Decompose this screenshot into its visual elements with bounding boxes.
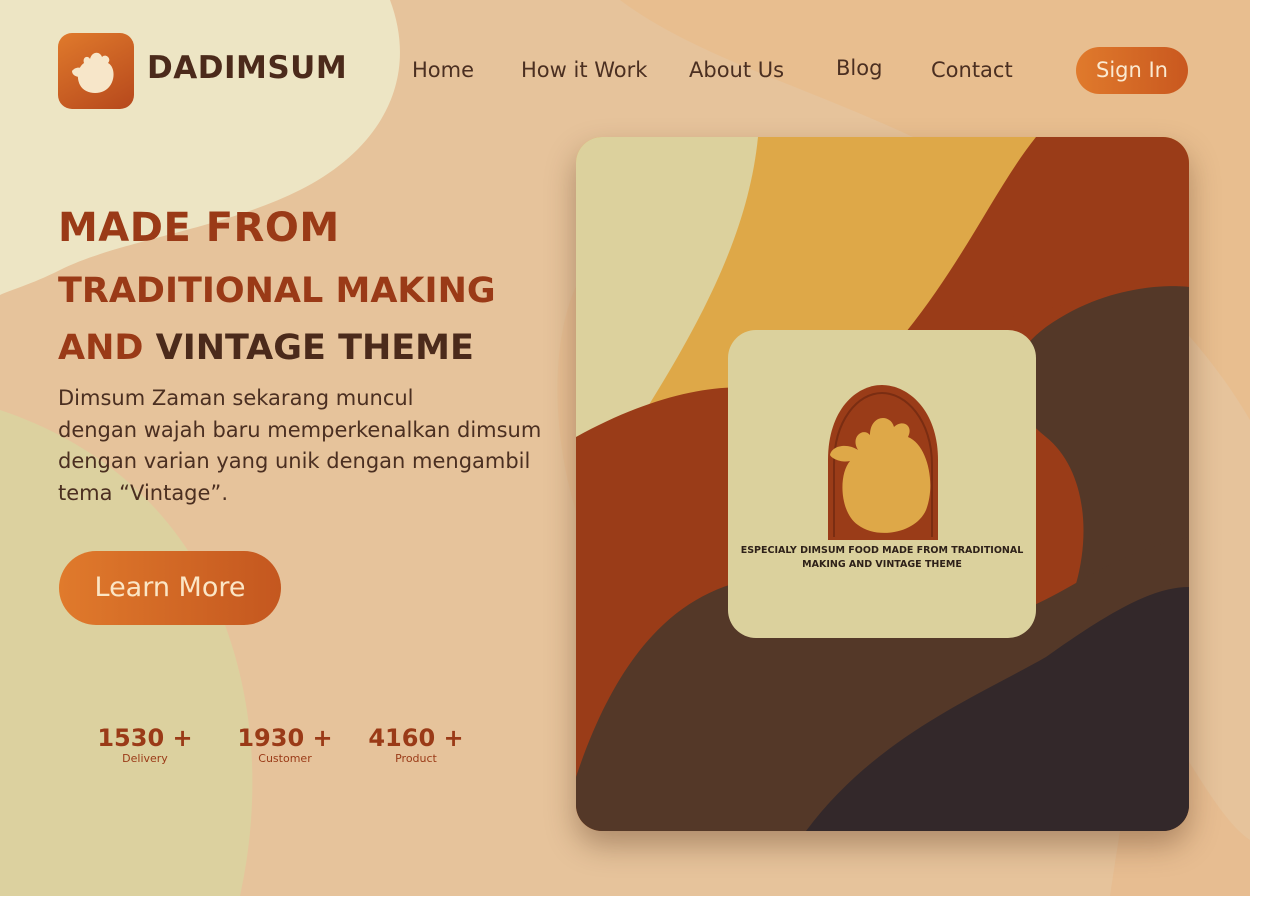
- dumpling-icon: [72, 52, 114, 93]
- hero-description-line: tema “Vintage”.: [58, 480, 228, 505]
- hero-headline-and: AND: [58, 328, 144, 368]
- stat-label: Product: [395, 752, 437, 765]
- showcase-card: ESPECIALY DIMSUM FOOD MADE FROM TRADITIO…: [576, 137, 1189, 831]
- stat-value: 1930 +: [237, 724, 333, 752]
- stat-delivery: 1530 + Delivery: [85, 724, 205, 765]
- nav-blog[interactable]: Blog: [836, 56, 882, 80]
- landing-page: DADIMSUM Home How it Work About Us Blog …: [0, 0, 1250, 896]
- emblem-tagline-line: ESPECIALY DIMSUM FOOD MADE FROM TRADITIO…: [740, 545, 1024, 556]
- nav-how-it-work[interactable]: How it Work: [521, 58, 647, 82]
- brand-logo[interactable]: [58, 33, 134, 109]
- stat-customer: 1930 + Customer: [225, 724, 345, 765]
- hero-headline-line1: MADE FROM: [58, 205, 340, 251]
- nav-contact[interactable]: Contact: [931, 58, 1013, 82]
- learn-more-button[interactable]: Learn More: [59, 551, 281, 625]
- emblem-card: ESPECIALY DIMSUM FOOD MADE FROM TRADITIO…: [728, 330, 1036, 638]
- nav-home[interactable]: Home: [412, 58, 474, 82]
- emblem-tagline: ESPECIALY DIMSUM FOOD MADE FROM TRADITIO…: [728, 544, 1036, 572]
- hero-headline-line3: AND VINTAGE THEME: [58, 328, 474, 368]
- brand-name: DADIMSUM: [147, 50, 348, 86]
- stat-product: 4160 + Product: [356, 724, 476, 765]
- stat-value: 4160 +: [368, 724, 464, 752]
- hero-description-line: Dimsum Zaman sekarang muncul: [58, 386, 414, 410]
- sign-in-button[interactable]: Sign In: [1076, 47, 1188, 94]
- hero-description-line: dengan varian yang unik dengan mengambil: [58, 449, 531, 473]
- hero-description-line: dengan wajah baru memperkenalkan dimsum: [58, 417, 542, 442]
- stat-label: Delivery: [122, 752, 168, 765]
- nav-about-us[interactable]: About Us: [689, 58, 784, 82]
- hero-headline-line2: TRADITIONAL MAKING: [58, 271, 496, 311]
- emblem-tagline-line: MAKING AND VINTAGE THEME: [802, 559, 962, 570]
- stat-label: Customer: [258, 752, 312, 765]
- stat-value: 1530 +: [97, 724, 193, 752]
- dumpling-icon: [828, 385, 938, 540]
- hero-description: Dimsum Zaman sekarang muncul dengan waja…: [58, 383, 558, 509]
- hero-headline-vintage-theme: VINTAGE THEME: [155, 328, 474, 368]
